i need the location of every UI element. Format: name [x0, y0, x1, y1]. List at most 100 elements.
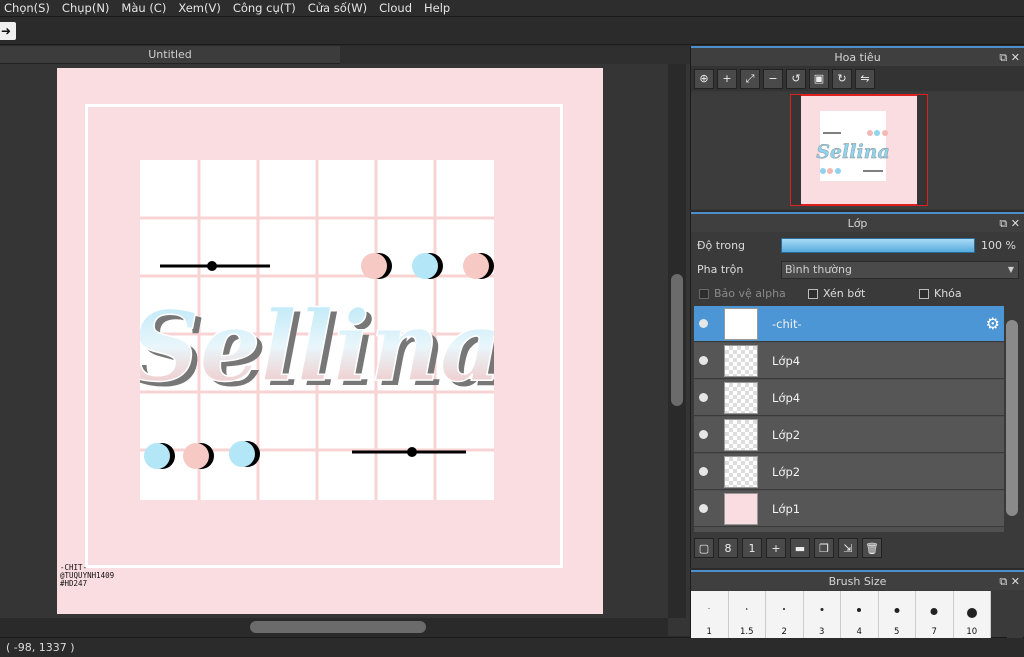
brush-size-scrollbar[interactable] [1007, 591, 1023, 638]
menu-window[interactable]: Cửa số(W) [300, 1, 375, 15]
visibility-icon[interactable] [699, 504, 708, 513]
zoom-out-icon[interactable]: − [763, 68, 783, 89]
vertical-scroll-thumb[interactable] [671, 274, 683, 406]
trash-icon[interactable]: 🗑 [862, 538, 882, 558]
canvas-horizontal-scrollbar[interactable] [0, 618, 668, 636]
layers-panel: Lớp ⧉ ✕ Độ trong 100 % Pha trộn Bình thư… [690, 212, 1024, 568]
artwork-title: Sellina [140, 290, 494, 403]
menu-cloud[interactable]: Cloud [371, 1, 420, 15]
brush-size-option[interactable]: 3 [803, 591, 841, 638]
navigator-preview[interactable]: Sellina [691, 93, 1024, 209]
panel-controls[interactable]: ⧉ ✕ [999, 48, 1020, 68]
brush-size-panel: Brush Size ⧉ ✕ 1 1.5 2 3 4 5 7 10 [690, 570, 1024, 638]
navigator-title: Hoa tiêu ⧉ ✕ [691, 46, 1024, 66]
fit-icon[interactable]: ⤢ [740, 68, 760, 89]
layer-scroll-thumb[interactable] [1006, 320, 1018, 516]
layer-actions: ▢ 8 1 + ▬ ❐ ⇲ 🗑 [694, 536, 882, 560]
layer-item[interactable]: Lớp1 [694, 491, 1004, 527]
cursor-coordinates: ( -98, 1337 ) [6, 641, 75, 654]
layer-name: Lớp4 [772, 391, 801, 405]
canvas-area[interactable]: Untitled Sellina Sellina -CHIT- @TUQUYNH… [0, 46, 690, 636]
brush-size-option[interactable]: 1.5 [728, 591, 766, 638]
layer-item[interactable]: Lớp4 [694, 380, 1004, 416]
layer-thumbnail [724, 382, 758, 414]
brush-size-option[interactable]: 10 [953, 591, 991, 638]
layer-thumbnail [724, 493, 758, 525]
new-layer-icon[interactable]: ▢ [694, 538, 714, 558]
merge-icon[interactable]: ⇲ [838, 538, 858, 558]
visibility-icon[interactable] [699, 467, 708, 476]
blend-label: Pha trộn [697, 263, 744, 276]
arrow-right-icon[interactable]: ➜ [0, 22, 16, 40]
flip-icon[interactable]: ⇋ [855, 68, 875, 89]
svg-text:Sellina: Sellina [816, 141, 890, 163]
layer-name: Lớp4 [772, 354, 801, 368]
opacity-value: 100 % [981, 239, 1016, 252]
layer-thumbnail [724, 419, 758, 451]
layer-name: Lớp1 [772, 502, 801, 516]
menu-tools[interactable]: Công cụ(T) [225, 1, 304, 15]
artwork-grid: Sellina Sellina [140, 160, 494, 500]
panel-controls[interactable]: ⧉ ✕ [999, 214, 1020, 234]
layers-title: Lớp ⧉ ✕ [691, 212, 1024, 232]
canvas-vertical-scrollbar[interactable] [668, 64, 686, 618]
new-8bit-layer-icon[interactable]: 8 [718, 538, 738, 558]
artwork-paper[interactable]: Sellina Sellina -CHIT- @TUQUYNH1409 #HD2… [57, 68, 603, 614]
layer-thumbnail [724, 308, 758, 340]
clipping-checkbox[interactable]: Xén bớt [808, 287, 865, 300]
layer-list: -chit- ⚙ Lớp4 Lớp4 Lớp2 Lớp2 Lớp1 [694, 306, 1004, 532]
brush-size-option[interactable]: 7 [916, 591, 954, 638]
status-bar: ( -98, 1337 ) [0, 637, 1024, 657]
layer-thumbnail [724, 345, 758, 377]
visibility-icon[interactable] [699, 319, 708, 328]
layer-name: -chit- [772, 317, 802, 331]
gear-icon[interactable]: ⚙ [986, 314, 1000, 333]
menu-bar: Chọn(S) Chụp(N) Màu (C) Xem(V) Công cụ(T… [0, 0, 1024, 17]
menu-color[interactable]: Màu (C) [113, 1, 174, 15]
toolbar: ➜ [0, 18, 1024, 45]
brush-size-option[interactable]: 4 [841, 591, 879, 638]
protect-alpha-checkbox[interactable]: Bảo vệ alpha [699, 287, 786, 300]
layer-name: Lớp2 [772, 428, 801, 442]
chevron-down-icon: ▼ [1007, 265, 1014, 274]
layer-item[interactable]: Lớp2 [694, 417, 1004, 453]
brush-size-option[interactable]: 1 [691, 591, 729, 638]
watermark: -CHIT- @TUQUYNH1409 #HD247 [60, 563, 115, 588]
visibility-icon[interactable] [699, 430, 708, 439]
brush-size-option[interactable]: 2 [766, 591, 804, 638]
opacity-slider[interactable] [781, 238, 975, 253]
brush-size-option[interactable]: 5 [878, 591, 916, 638]
menu-capture[interactable]: Chụp(N) [54, 1, 117, 15]
folder-icon[interactable]: ▬ [790, 538, 810, 558]
layer-thumbnail [724, 456, 758, 488]
zoom-in-icon[interactable]: + [717, 68, 737, 89]
menu-view[interactable]: Xem(V) [170, 1, 228, 15]
tab-strip [340, 46, 690, 64]
panel-controls[interactable]: ⧉ ✕ [999, 572, 1020, 592]
brush-size-grid: 1 1.5 2 3 4 5 7 10 [691, 591, 1007, 638]
layer-item[interactable]: Lớp4 [694, 343, 1004, 379]
layer-name: Lớp2 [772, 465, 801, 479]
rotate-left-icon[interactable]: ↺ [786, 68, 806, 89]
reset-view-icon[interactable]: ▣ [809, 68, 829, 89]
menu-select[interactable]: Chọn(S) [0, 1, 58, 15]
layer-list-scrollbar[interactable] [1004, 306, 1020, 532]
visibility-icon[interactable] [699, 356, 708, 365]
duplicate-icon[interactable]: ❐ [814, 538, 834, 558]
blend-mode-select[interactable]: Bình thường ▼ [781, 261, 1019, 279]
zoom-reset-icon[interactable]: ⊕ [694, 68, 714, 89]
visibility-icon[interactable] [699, 393, 708, 402]
layer-item[interactable]: -chit- ⚙ [694, 306, 1004, 342]
brush-size-title: Brush Size ⧉ ✕ [691, 570, 1024, 590]
opacity-label: Độ trong [697, 239, 746, 252]
rotate-right-icon[interactable]: ↻ [832, 68, 852, 89]
menu-help[interactable]: Help [416, 1, 458, 15]
new-1bit-layer-icon[interactable]: 1 [742, 538, 762, 558]
horizontal-scroll-thumb[interactable] [250, 621, 426, 633]
lock-checkbox[interactable]: Khóa [919, 287, 962, 300]
navigator-toolbar: ⊕ + ⤢ − ↺ ▣ ↻ ⇋ [691, 66, 1024, 91]
document-tab[interactable]: Untitled [0, 46, 340, 64]
add-layer-menu-icon[interactable]: + [766, 538, 786, 558]
navigator-panel: Hoa tiêu ⧉ ✕ ⊕ + ⤢ − ↺ ▣ ↻ ⇋ Sellina [690, 46, 1024, 210]
layer-item[interactable]: Lớp2 [694, 454, 1004, 490]
